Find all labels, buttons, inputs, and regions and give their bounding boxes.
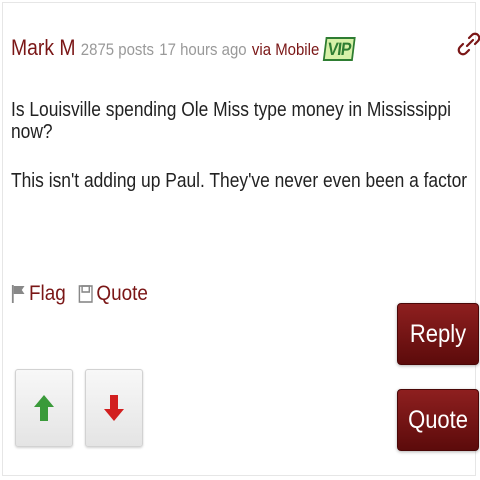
author-name[interactable]: Mark M xyxy=(11,35,76,61)
quote-link[interactable]: Quote xyxy=(78,282,148,306)
post-count: 2875 posts xyxy=(80,40,155,59)
timestamp: 17 hours ago xyxy=(159,40,247,59)
downvote-button[interactable] xyxy=(85,369,143,447)
link-icon[interactable] xyxy=(457,31,480,57)
quote-icon xyxy=(78,285,93,303)
post-header: Mark M 2875 posts 17 hours ago via Mobil… xyxy=(11,35,356,63)
reply-button[interactable]: Reply xyxy=(397,303,479,365)
post-actions: Flag Quote xyxy=(11,282,148,306)
vip-badge: VIP xyxy=(323,37,356,61)
post-line: Is Louisville spending Ole Miss type mon… xyxy=(11,99,452,143)
post-line: This isn't adding up Paul. They've never… xyxy=(11,170,468,192)
quote-label: Quote xyxy=(96,282,148,305)
reply-button-label: Reply xyxy=(409,319,467,348)
flag-label: Flag xyxy=(29,282,66,305)
flag-icon xyxy=(11,285,25,303)
post-container: Mark M 2875 posts 17 hours ago via Mobil… xyxy=(2,2,480,476)
flag-link[interactable]: Flag xyxy=(11,282,66,306)
upvote-button[interactable] xyxy=(15,369,73,447)
post-body: Is Louisville spending Ole Miss type mon… xyxy=(11,99,480,219)
quote-button[interactable]: Quote xyxy=(397,389,479,451)
posted-via: via Mobile xyxy=(251,40,320,59)
arrow-up-icon xyxy=(34,395,54,421)
arrow-down-icon xyxy=(104,395,124,421)
quote-button-label: Quote xyxy=(408,405,468,434)
